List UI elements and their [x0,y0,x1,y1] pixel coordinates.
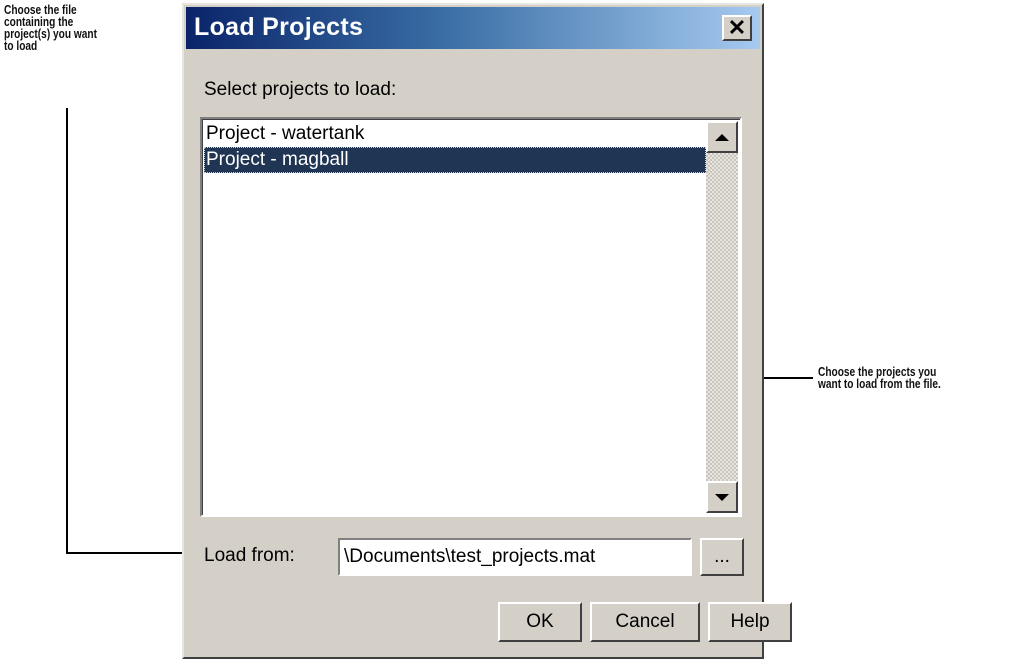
title-bar[interactable]: Load Projects ✕ [186,7,760,49]
load-projects-dialog: Load Projects ✕ Select projects to load:… [182,3,792,659]
scroll-down-button[interactable] [706,481,738,513]
ok-button[interactable]: OK [498,602,582,642]
list-item[interactable]: Project - watertank [204,121,706,147]
callout-line: want to load from the file. [818,376,941,391]
help-button[interactable]: Help [708,602,792,642]
vertical-scrollbar[interactable] [706,121,738,513]
dialog-title: Load Projects [194,13,364,41]
callout-leader-vertical [66,108,68,553]
select-projects-label: Select projects to load: [204,79,397,100]
load-from-label: Load from: [204,545,295,566]
browse-button[interactable]: ... [700,538,744,576]
close-icon: ✕ [727,15,747,40]
close-button[interactable]: ✕ [722,15,752,41]
scroll-down-arrow-icon [715,493,729,501]
callout-leader-horizontal [66,552,200,554]
callout-line: to load [4,38,38,53]
scroll-up-button[interactable] [706,121,738,153]
list-item[interactable]: Project - magball [204,147,706,173]
cancel-button[interactable]: Cancel [590,602,700,642]
projects-list: Project - watertank Project - magball [204,121,706,513]
callout-load-file: Choose the file containing the project(s… [4,3,97,53]
callout-choose-projects: Choose the projects you want to load fro… [818,365,941,391]
projects-listbox[interactable]: Project - watertank Project - magball [200,117,742,517]
load-from-path-field[interactable]: \Documents\test_projects.mat [338,538,692,576]
scroll-up-arrow-icon [715,133,729,141]
